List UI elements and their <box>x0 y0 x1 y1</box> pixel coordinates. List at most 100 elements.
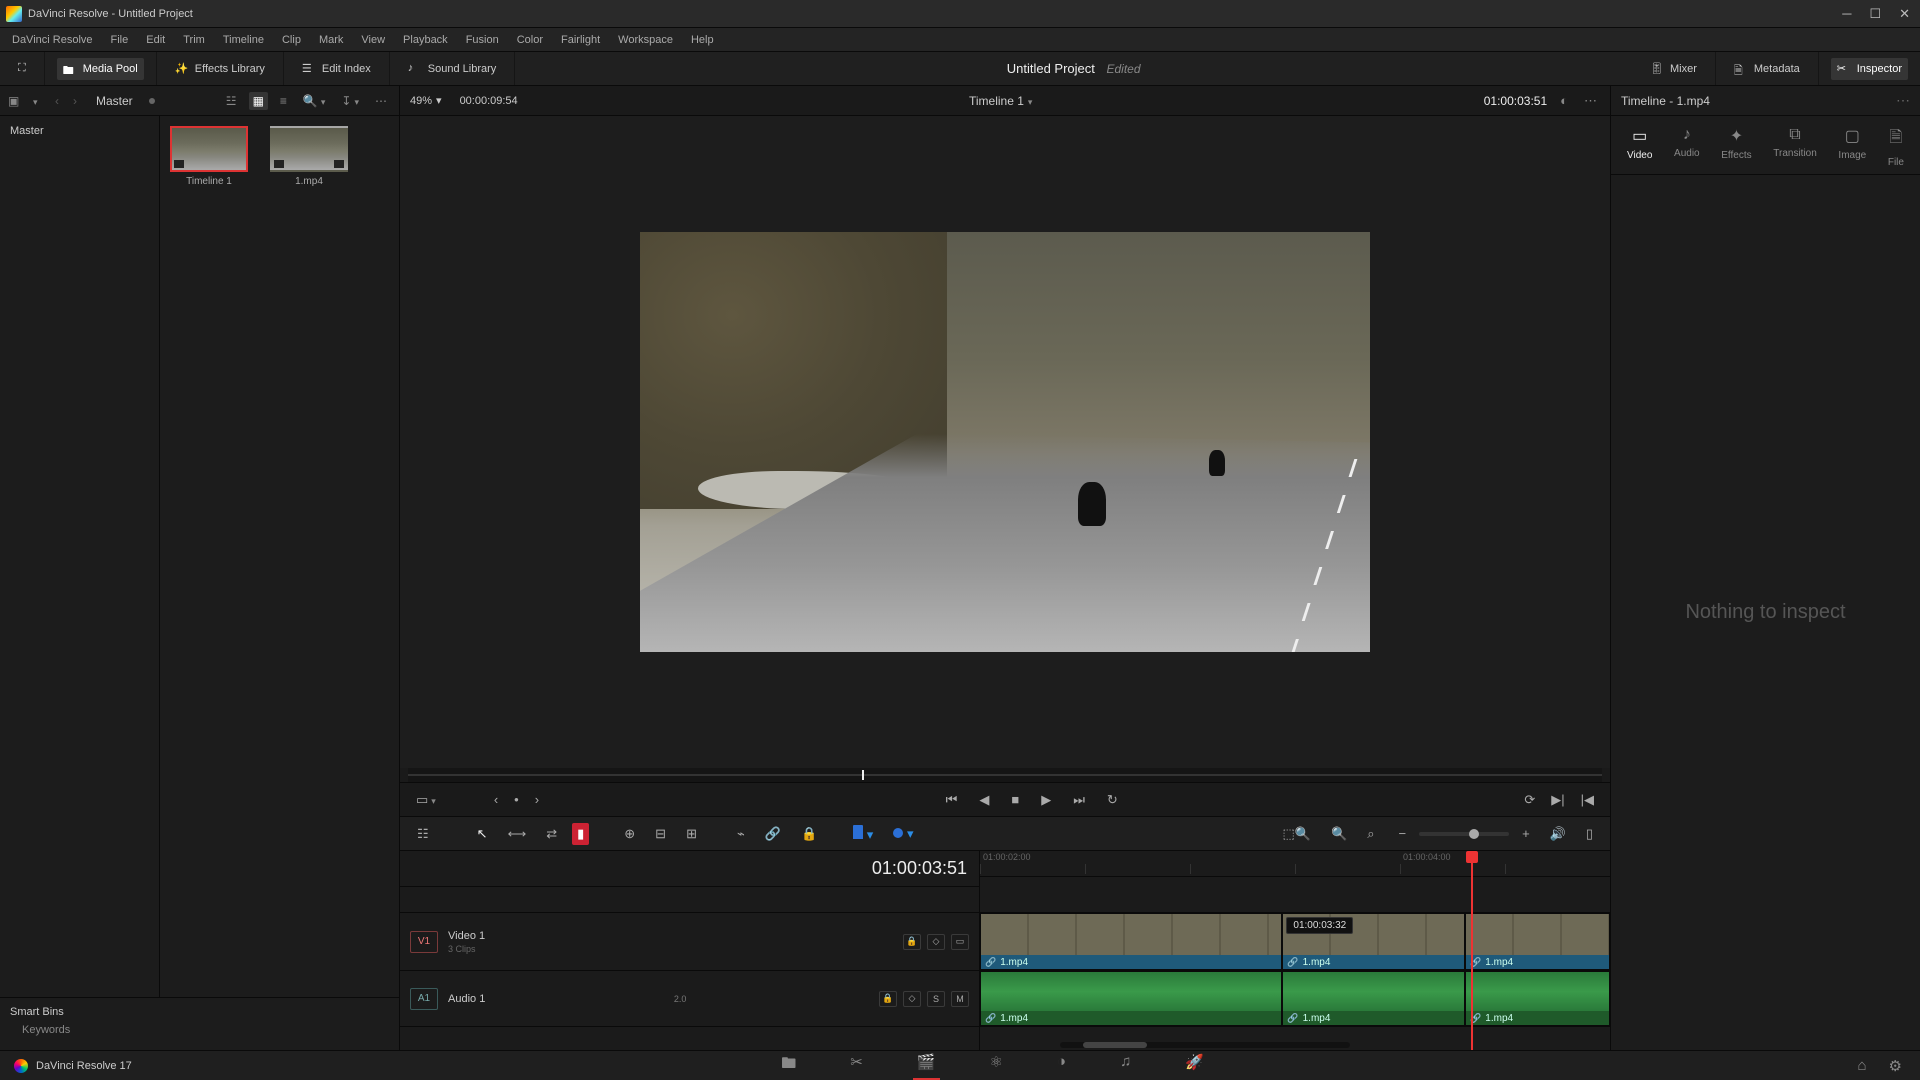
bin-master-node[interactable]: Master <box>10 122 149 140</box>
thumb-timeline-1[interactable]: Timeline 1 <box>170 126 248 187</box>
goto-last-button[interactable]: ⏭ <box>1069 790 1089 810</box>
mp-more-button[interactable]: ⋯ <box>371 92 391 110</box>
timeline-view-options[interactable]: ☷ <box>412 823 434 845</box>
menu-fairlight[interactable]: Fairlight <box>553 32 608 48</box>
viewer-canvas[interactable] <box>400 116 1610 768</box>
audio-track-1[interactable]: 1.mp4 1.mp4 1.mp4 <box>980 971 1610 1027</box>
view-thumb-button[interactable]: ▦ <box>249 92 268 110</box>
track-lock-button[interactable]: 🔒 <box>879 991 897 1007</box>
dynamic-trim-tool[interactable]: ⇄ <box>541 823 562 845</box>
fullscreen-toggle-button[interactable]: ⛶ <box>12 58 32 79</box>
single-viewer-button[interactable]: ⟳ <box>1520 790 1539 810</box>
audio-clip[interactable]: 1.mp4 <box>1282 971 1465 1026</box>
audio-clip[interactable]: 1.mp4 <box>980 971 1282 1026</box>
timeline-ruler[interactable]: 01:00:02:00 01:00:04:00 <box>980 851 1610 877</box>
menu-mark[interactable]: Mark <box>311 32 351 48</box>
zoom-detail-button[interactable]: 🔍 <box>1326 823 1352 845</box>
metadata-toggle[interactable]: 🗎Metadata <box>1728 58 1806 80</box>
sort-button[interactable]: ↧ <box>337 92 363 110</box>
stop-button[interactable]: ■ <box>1007 790 1023 810</box>
play-reverse-button[interactable]: ◀ <box>975 790 993 810</box>
selection-tool[interactable]: ↖ <box>472 823 493 845</box>
menu-clip[interactable]: Clip <box>274 32 309 48</box>
audio-monitor-button[interactable]: 🔊 <box>1545 823 1571 845</box>
match-frame-dot[interactable]: • <box>510 790 523 809</box>
timeline-timecode[interactable]: 01:00:03:51 <box>400 851 979 887</box>
page-color[interactable]: ◑ <box>1053 1051 1070 1080</box>
audio-track-tag[interactable]: A1 <box>410 988 438 1010</box>
smart-bin-keywords[interactable]: Keywords <box>10 1024 389 1036</box>
zoom-in-button[interactable]: + <box>1517 823 1535 844</box>
inspector-tab-audio[interactable]: ♪Audio <box>1672 124 1702 170</box>
track-solo-button[interactable]: S <box>927 991 945 1007</box>
menu-color[interactable]: Color <box>509 32 551 48</box>
zoom-full-button[interactable]: ⬚🔍 <box>1278 823 1316 845</box>
inspector-tab-file[interactable]: 🗎File <box>1886 124 1906 170</box>
marker-dropdown[interactable]: ▾ <box>888 823 918 845</box>
inspector-tab-video[interactable]: ▭Video <box>1625 124 1654 170</box>
track-head-video1[interactable]: V1 Video 1 3 Clips 🔒 ◇ ▭ <box>400 913 979 971</box>
nav-fwd-button[interactable]: › <box>70 94 80 108</box>
menu-help[interactable]: Help <box>683 32 722 48</box>
video-clip[interactable]: 1.mp4 <box>980 913 1282 970</box>
menu-playback[interactable]: Playback <box>395 32 456 48</box>
media-pool-toggle[interactable]: 🖿Media Pool <box>57 58 144 80</box>
audio-meter-button[interactable]: ▯ <box>1581 823 1598 845</box>
match-frame-button[interactable]: ‹ <box>490 790 502 809</box>
sound-library-toggle[interactable]: ♪Sound Library <box>402 58 503 80</box>
page-cut[interactable]: ✂ <box>846 1051 867 1080</box>
zoom-out-button[interactable]: − <box>1393 823 1411 844</box>
inspector-more-button[interactable]: ⋯ <box>1896 92 1910 109</box>
inspector-tab-transition[interactable]: ⧉Transition <box>1771 124 1819 170</box>
edit-index-toggle[interactable]: ☰Edit Index <box>296 58 377 80</box>
window-maximize-button[interactable]: ☐ <box>1869 6 1881 22</box>
page-fusion[interactable]: ⚛ <box>986 1051 1007 1080</box>
viewer-scrub-bar[interactable] <box>408 768 1602 782</box>
inspector-toggle[interactable]: ✂Inspector <box>1831 58 1908 80</box>
viewer-more-button[interactable]: ⋯ <box>1581 93 1600 109</box>
menu-appname[interactable]: DaVinci Resolve <box>4 32 101 48</box>
view-list-button[interactable]: ≡ <box>276 92 291 110</box>
menu-trim[interactable]: Trim <box>175 32 213 48</box>
timeline-playhead[interactable] <box>1471 851 1473 1050</box>
insert-clip-button[interactable]: ⊕ <box>619 823 640 845</box>
track-mute-button[interactable]: M <box>951 991 969 1007</box>
replace-clip-button[interactable]: ⊞ <box>681 823 702 845</box>
bin-color-dot[interactable] <box>149 98 155 104</box>
goto-first-button[interactable]: ⏮ <box>942 790 962 810</box>
menu-fusion[interactable]: Fusion <box>458 32 507 48</box>
next-edit-button[interactable]: ▶| <box>1547 790 1568 810</box>
snap-toggle[interactable]: ⌁ <box>732 823 750 845</box>
menu-file[interactable]: File <box>103 32 137 48</box>
overwrite-clip-button[interactable]: ⊟ <box>650 823 671 845</box>
timeline-horizontal-scrollbar[interactable] <box>1060 1042 1350 1048</box>
play-button[interactable]: ▶ <box>1037 790 1055 810</box>
page-edit[interactable]: 🎬 <box>913 1051 940 1080</box>
page-fairlight[interactable]: ♫ <box>1116 1051 1135 1080</box>
flag-dropdown[interactable]: ▾ <box>848 822 878 846</box>
track-auto-select[interactable]: ◇ <box>927 934 945 950</box>
video-track-tag[interactable]: V1 <box>410 931 438 953</box>
menu-timeline[interactable]: Timeline <box>215 32 272 48</box>
bypass-grades-button[interactable]: ◐ <box>1557 93 1571 108</box>
search-button[interactable]: 🔍 <box>299 92 329 110</box>
inspector-tab-image[interactable]: ▢Image <box>1836 124 1868 170</box>
loop-button[interactable]: ↻ <box>1103 790 1122 810</box>
page-media[interactable]: 🖿 <box>777 1051 800 1080</box>
bin-menu-dropdown[interactable] <box>30 94 44 108</box>
viewer-mode-dropdown[interactable]: ▭ <box>412 790 440 810</box>
project-settings-button[interactable]: ⚙ <box>1885 1055 1906 1077</box>
window-minimize-button[interactable]: ─ <box>1842 6 1851 22</box>
effects-library-toggle[interactable]: ✨Effects Library <box>169 58 271 80</box>
view-metadata-button[interactable]: ☳ <box>222 92 241 110</box>
menu-workspace[interactable]: Workspace <box>610 32 681 48</box>
track-auto-select[interactable]: ◇ <box>903 991 921 1007</box>
audio-clip[interactable]: 1.mp4 <box>1465 971 1610 1026</box>
zoom-custom-button[interactable]: ⌕ <box>1362 823 1379 845</box>
track-lock-button[interactable]: 🔒 <box>903 934 921 950</box>
menu-view[interactable]: View <box>353 32 393 48</box>
nav-back-button[interactable]: ‹ <box>52 94 62 108</box>
track-head-audio1[interactable]: A1 Audio 1 2.0 🔒 ◇ S M <box>400 971 979 1027</box>
track-disable-button[interactable]: ▭ <box>951 934 969 950</box>
page-deliver[interactable]: 🚀 <box>1181 1051 1208 1080</box>
